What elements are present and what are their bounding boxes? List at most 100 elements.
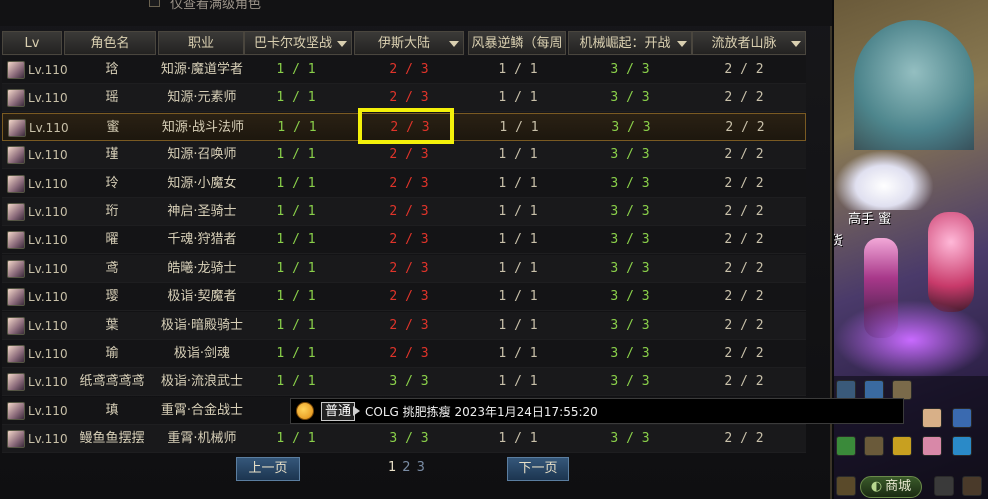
table-row[interactable]: Lv.110 鳗鱼鱼摆摆 重霄·机械师 1 / 1 3 / 3 1 / 1 3 / 3 2 /… (2, 425, 806, 454)
character-avatar-icon (7, 345, 25, 363)
only-max-level-checkbox[interactable] (149, 0, 160, 7)
job-name: 极诣·剑魂 (173, 346, 231, 361)
progress-machine: 3 / 3 (610, 232, 650, 248)
progress-machine: 3 / 3 (610, 260, 650, 276)
compass-icon[interactable] (836, 380, 856, 400)
table-row[interactable]: Lv.110 瑶 知源·元素师 1 / 1 2 / 3 1 / 1 3 / 3 2 / 2 (2, 84, 806, 113)
chat-channel-tag[interactable]: 普通 (321, 402, 356, 421)
character-name: 瑜 (105, 346, 119, 361)
character-avatar-icon (7, 373, 25, 392)
next-page-button[interactable]: 下一页 (507, 457, 569, 481)
progress-isys: 2 / 3 (389, 232, 429, 248)
progress-exile: 2 / 2 (724, 260, 764, 276)
progress-exile: 2 / 2 (724, 431, 764, 447)
level-label: Lv.110 (28, 290, 68, 305)
magic-glow (834, 300, 988, 380)
sort-arrow-icon (677, 41, 687, 47)
level-label: Lv.110 (28, 148, 68, 163)
column-header: 角色名 (64, 31, 156, 55)
table-row[interactable]: Lv.110 鸢 皓曦·龙骑士 1 / 1 2 / 3 1 / 1 3 / 3 2 / 2 (2, 254, 806, 283)
progress-isys: 2 / 3 (389, 175, 429, 191)
avatar-icon[interactable] (922, 436, 942, 456)
table-row[interactable]: Lv.110 葉 极诣·暗殿骑士 1 / 1 2 / 3 1 / 1 3 / 3 2 / 2 (2, 311, 806, 340)
character-name: 珩 (105, 204, 119, 219)
level-label: Lv.110 (28, 347, 68, 361)
progress-exile: 2 / 2 (724, 289, 764, 305)
column-header-label: 职业 (187, 36, 214, 51)
tp-icon[interactable] (952, 436, 972, 456)
progress-isys: 2 / 3 (389, 204, 429, 219)
progress-storm: 1 / 1 (498, 431, 538, 447)
dice-icon[interactable] (892, 436, 912, 456)
face-icon[interactable] (922, 408, 942, 428)
column-header-label: 机械崛起：开战 (579, 36, 671, 51)
table-row[interactable]: Lv.110 曜 千魂·狩猎者 1 / 1 2 / 3 1 / 1 3 / 3 2 / 2 (2, 226, 806, 255)
shop-button[interactable]: ◐ 商城 (860, 476, 922, 498)
page-number[interactable]: 1 (388, 460, 396, 475)
calendar-icon[interactable] (836, 436, 856, 456)
progress-bakal: 1 / 1 (276, 346, 316, 361)
table-row[interactable]: Lv.110 琀 知源·魔道学者 1 / 1 2 / 3 1 / 1 3 / 3 2 / 2 (2, 56, 806, 84)
progress-bakal: 1 / 1 (276, 260, 316, 276)
progress-bakal: 1 / 1 (276, 232, 316, 248)
sort-arrow-icon (337, 41, 347, 47)
level-label: Lv.110 (28, 91, 68, 106)
chat-arrow-icon (353, 406, 360, 416)
character-name: 鳗鱼鱼摆摆 (79, 431, 145, 447)
prev-page-button[interactable]: 上一页 (236, 457, 300, 481)
progress-machine: 3 / 3 (610, 346, 650, 361)
scene-side-text: 货 (834, 234, 844, 249)
column-header[interactable]: 流放者山脉 (692, 31, 806, 55)
progress-storm: 1 / 1 (498, 289, 538, 305)
progress-exile: 2 / 2 (724, 232, 764, 248)
chat-message: 普通 COLG 挑肥拣瘦 2023年1月24日17:55:20 (290, 398, 904, 424)
progress-machine: 3 / 3 (610, 289, 650, 305)
table-row[interactable]: Lv.110 璎 极诣·契魔者 1 / 1 2 / 3 1 / 1 3 / 3 2 / 2 (2, 283, 806, 312)
progress-machine: 3 / 3 (610, 147, 650, 163)
progress-exile: 2 / 2 (724, 204, 764, 219)
level-label: Lv.110 (28, 233, 68, 248)
column-header[interactable]: 机械崛起：开战 (568, 31, 692, 55)
tower-icon[interactable] (962, 476, 982, 496)
character-avatar-icon (7, 288, 25, 307)
progress-machine: 3 / 3 (610, 317, 650, 333)
page-number[interactable]: 2 (402, 460, 410, 475)
progress-exile: 2 / 2 (724, 147, 764, 163)
page-numbers: 123 (388, 460, 431, 475)
progress-exile: 2 / 2 (724, 175, 764, 191)
table-row[interactable]: Lv.110 纸鸢鸢鸢鸢 极诣·流浪武士 1 / 1 3 / 3 1 / 1 3 / 3 2 … (2, 368, 806, 397)
list-icon[interactable] (952, 408, 972, 428)
mail-icon[interactable] (864, 436, 884, 456)
job-name: 极诣·契魔者 (167, 289, 237, 305)
table-row[interactable]: Lv.110 瑾 知源·召唤师 1 / 1 2 / 3 1 / 1 3 / 3 2 / 2 (2, 141, 806, 170)
menu-icon[interactable] (934, 476, 954, 496)
table-row[interactable]: Lv.110 玲 知源·小魔女 1 / 1 2 / 3 1 / 1 3 / 3 2 / 2 (2, 169, 806, 198)
character-avatar-icon (8, 118, 26, 137)
table-header: Lv 角色名 职业 巴卡尔攻坚战 伊斯大陆 风暴逆鳞（每周 机械崛起：开战 流放者山脉 (2, 31, 806, 55)
character-name: 曜 (105, 232, 119, 248)
progress-exile: 2 / 2 (724, 317, 764, 333)
level-label: Lv.110 (28, 261, 68, 276)
job-name: 知源·小魔女 (167, 175, 237, 191)
wing-emblem-icon (834, 150, 934, 210)
table-row[interactable]: Lv.110 珩 神启·圣骑士 1 / 1 2 / 3 1 / 1 3 / 3 2 / 2 (2, 198, 806, 226)
page-number[interactable]: 3 (417, 460, 425, 475)
character-name: 瑱 (105, 402, 119, 418)
column-header-label: 角色名 (90, 36, 130, 51)
column-header-label: 伊斯大陆 (377, 36, 430, 51)
job-name: 知源·元素师 (167, 90, 237, 106)
table-row[interactable]: Lv.110 蜜 知源·战斗法师 1 / 1 2 / 3 1 / 1 3 / 3 2 / 2 (2, 112, 806, 141)
progress-bakal: 1 / 1 (277, 119, 317, 135)
progress-storm: 1 / 1 (498, 346, 538, 361)
progress-isys: 2 / 3 (389, 90, 429, 106)
table-row[interactable]: Lv.110 瑜 极诣·剑魂 1 / 1 2 / 3 1 / 1 3 / 3 2 / 2 (2, 340, 806, 368)
progress-bakal: 1 / 1 (276, 175, 316, 191)
character-name: 鸢 (105, 260, 119, 276)
column-header[interactable]: 伊斯大陆 (354, 31, 464, 55)
character-avatar-icon (7, 146, 25, 165)
sort-arrow-icon (449, 41, 459, 47)
bell-icon[interactable] (836, 476, 856, 496)
flame-icon[interactable] (864, 380, 884, 400)
column-header[interactable]: 巴卡尔攻坚战 (244, 31, 352, 55)
bag-icon[interactable] (892, 380, 912, 400)
